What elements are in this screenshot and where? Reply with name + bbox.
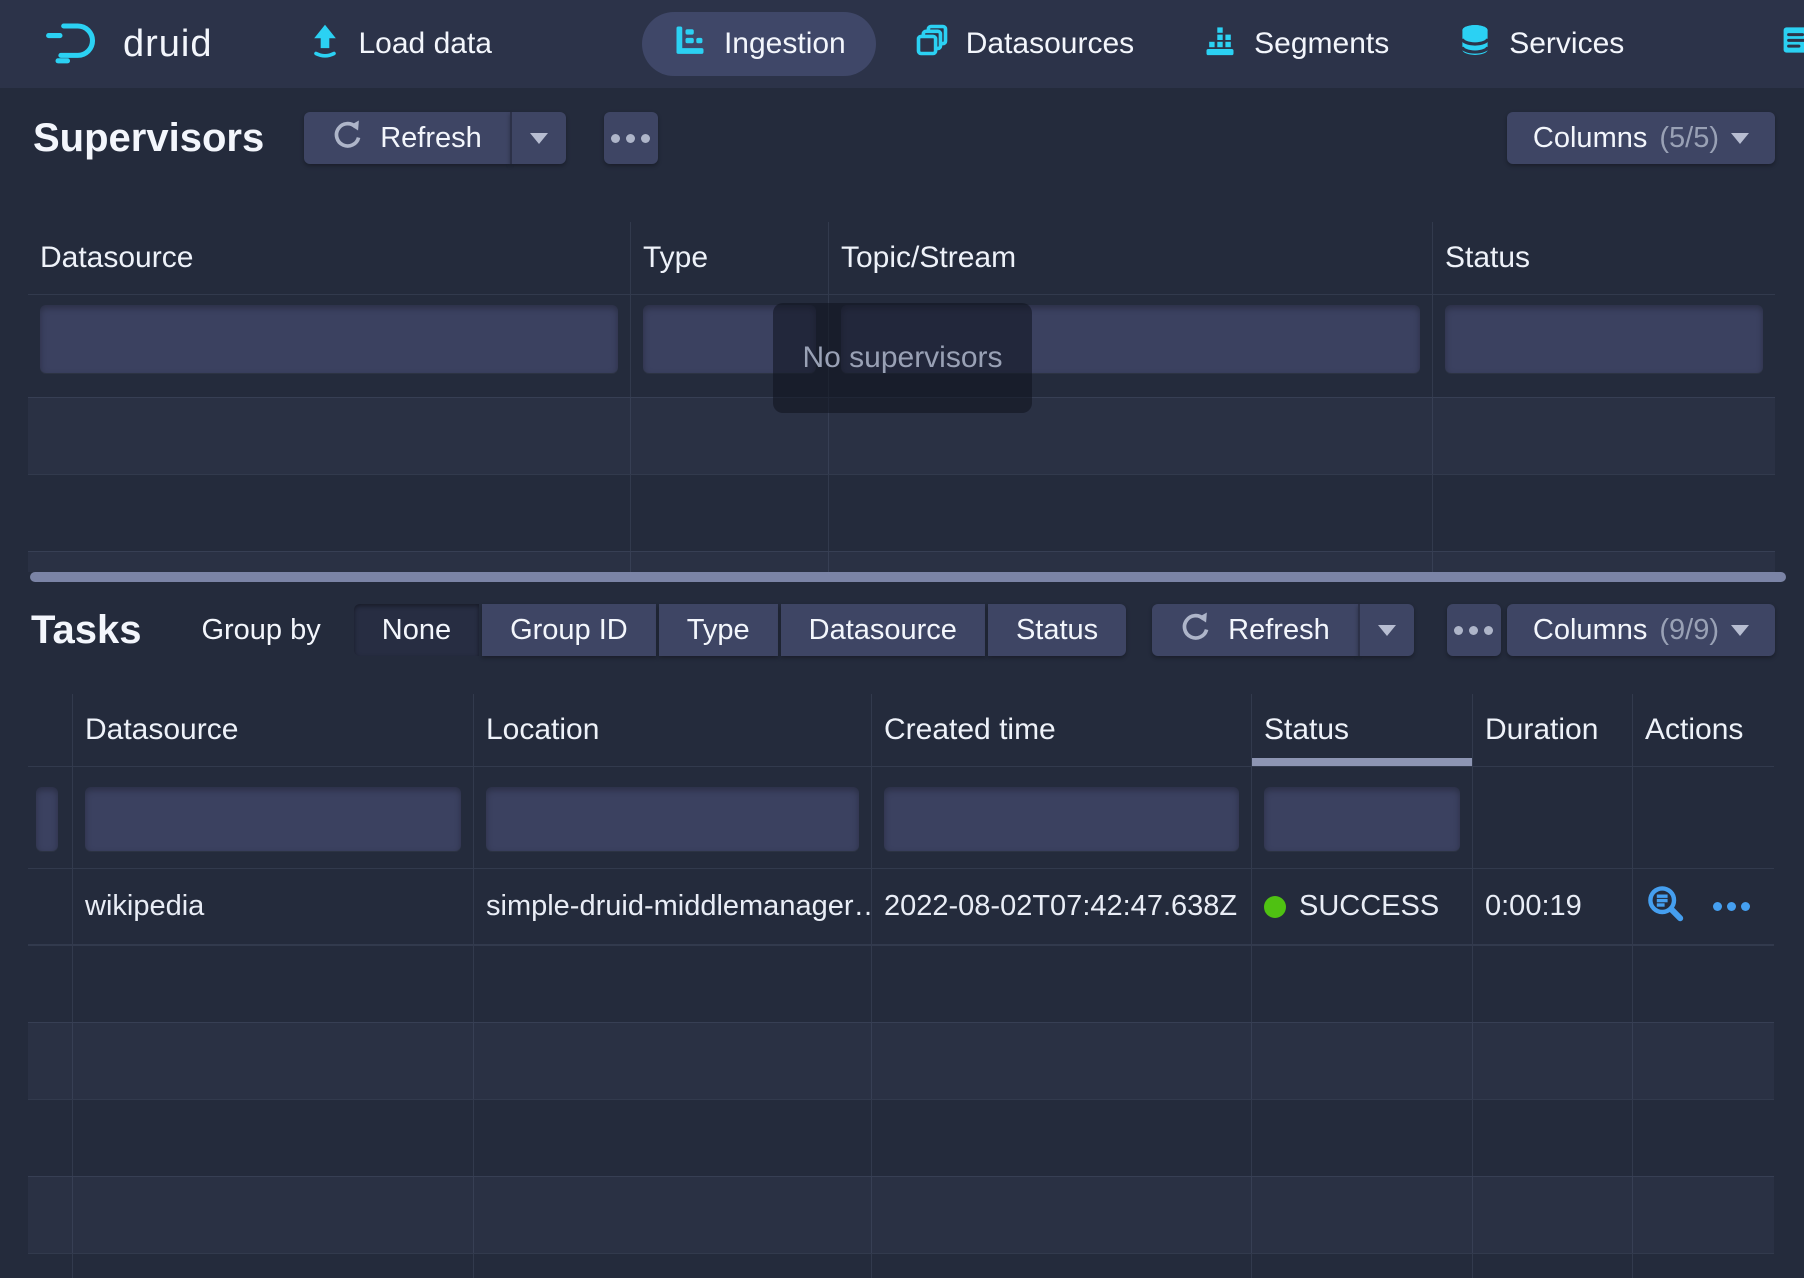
nav-item-load-data[interactable]: Load data — [301, 12, 498, 76]
tasks-columns-button[interactable]: Columns (9/9) — [1507, 604, 1775, 656]
group-by-segmented-control: None Group ID Type Datasource Status — [354, 604, 1126, 656]
chevron-down-icon — [1731, 133, 1749, 144]
nav-item-label: Ingestion — [724, 27, 846, 61]
upload-icon — [307, 22, 343, 66]
database-icon — [1457, 22, 1493, 66]
group-by-datasource-button[interactable]: Datasource — [781, 604, 985, 656]
task-datasource: wikipedia — [72, 869, 473, 944]
column-header-created-time[interactable]: Created time — [871, 694, 1251, 766]
group-by-type-button[interactable]: Type — [659, 604, 778, 656]
datasource-filter-input[interactable] — [85, 787, 461, 851]
supervisors-refresh-split-button: Refresh — [304, 112, 566, 164]
columns-label: Columns — [1533, 122, 1647, 155]
column-header-status-sorted[interactable]: Status — [1251, 694, 1472, 766]
refresh-label: Refresh — [380, 122, 482, 155]
gantt-chart-icon — [672, 22, 708, 66]
empty-table-row — [28, 1022, 1774, 1099]
columns-count: (9/9) — [1659, 614, 1719, 647]
column-header-hidden — [28, 694, 72, 766]
task-status: SUCCESS — [1251, 869, 1472, 944]
task-duration: 0:00:19 — [1472, 869, 1632, 944]
task-actions — [1632, 869, 1774, 944]
supervisors-table-header-row: Datasource Type Topic/Stream Status — [28, 222, 1775, 294]
supervisors-toolbar: Supervisors Refresh Columns (5/5) — [33, 110, 1775, 166]
supervisors-refresh-button[interactable]: Refresh — [304, 112, 510, 164]
nav-item-segments[interactable]: Segments — [1196, 12, 1395, 76]
tasks-filter-row — [28, 766, 1774, 868]
top-nav: druid Load data Ingestion Datasources — [0, 0, 1804, 88]
column-header-type[interactable]: Type — [630, 222, 828, 294]
success-status-dot — [1264, 896, 1286, 918]
nav-item-datasources[interactable]: Datasources — [908, 12, 1140, 76]
refresh-icon — [332, 118, 364, 158]
nav-item-services[interactable]: Services — [1451, 12, 1630, 76]
empty-table-row — [28, 551, 1775, 572]
task-created-time: 2022-08-02T07:42:47.638Z — [871, 869, 1251, 944]
druid-logo-icon — [43, 19, 107, 70]
empty-table-row — [28, 474, 1775, 551]
tasks-more-button[interactable] — [1447, 604, 1501, 656]
column-header-datasource[interactable]: Datasource — [72, 694, 473, 766]
group-by-group-id-button[interactable]: Group ID — [482, 604, 656, 656]
empty-table-row — [28, 1253, 1774, 1278]
nav-item-label: Load data — [359, 27, 492, 61]
supervisors-more-button[interactable] — [604, 112, 658, 164]
status-filter-input[interactable] — [1264, 787, 1460, 851]
chevron-down-icon — [1378, 625, 1396, 636]
nav-item-label: Segments — [1254, 27, 1389, 61]
chevron-down-icon — [1731, 625, 1749, 636]
nav-item-ingestion-active[interactable]: Ingestion — [642, 12, 876, 76]
more-icon — [1454, 626, 1463, 635]
status-label: SUCCESS — [1299, 890, 1439, 923]
empty-table-row — [28, 945, 1774, 1022]
nav-item-label: Datasources — [966, 27, 1134, 61]
hidden-column-filter-input[interactable] — [36, 787, 58, 851]
stacked-bars-icon — [1202, 22, 1238, 66]
tasks-table-header-row: Datasource Location Created time Status … — [28, 694, 1774, 766]
empty-table-row — [28, 1099, 1774, 1176]
druid-logo-text: druid — [123, 23, 213, 66]
task-row-wikipedia[interactable]: wikipedia simple-druid-middlemanager… 20… — [28, 868, 1774, 945]
stacked-squares-icon — [914, 22, 950, 66]
supervisors-table: Datasource Type Topic/Stream Status No s… — [28, 222, 1775, 572]
columns-count: (5/5) — [1659, 122, 1719, 155]
location-filter-input[interactable] — [486, 787, 859, 851]
column-header-location[interactable]: Location — [473, 694, 871, 766]
tasks-refresh-button[interactable]: Refresh — [1152, 604, 1358, 656]
column-header-duration[interactable]: Duration — [1472, 694, 1632, 766]
no-supervisors-message: No supervisors — [773, 303, 1032, 413]
created-time-filter-input[interactable] — [884, 787, 1239, 851]
row-more-actions-icon[interactable] — [1713, 902, 1750, 911]
column-header-topic-stream[interactable]: Topic/Stream — [828, 222, 1432, 294]
druid-logo[interactable]: druid — [43, 19, 213, 70]
nav-item-query[interactable]: Query — [1774, 12, 1804, 76]
supervisors-title: Supervisors — [33, 116, 264, 161]
tasks-refresh-split-button: Refresh — [1152, 604, 1414, 656]
column-header-status[interactable]: Status — [1432, 222, 1775, 294]
column-header-datasource[interactable]: Datasource — [28, 222, 630, 294]
more-icon — [611, 134, 620, 143]
supervisors-columns-button[interactable]: Columns (5/5) — [1507, 112, 1775, 164]
group-by-none-button[interactable]: None — [354, 604, 479, 656]
refresh-icon — [1180, 610, 1212, 650]
empty-table-row — [28, 1176, 1774, 1253]
task-location: simple-druid-middlemanager… — [473, 869, 871, 944]
group-by-status-button[interactable]: Status — [988, 604, 1126, 656]
chevron-down-icon — [530, 133, 548, 144]
tasks-toolbar: Tasks Group by None Group ID Type Dataso… — [31, 598, 1775, 662]
group-by-label: Group by — [201, 614, 320, 647]
column-header-actions[interactable]: Actions — [1632, 694, 1774, 766]
columns-label: Columns — [1533, 614, 1647, 647]
tasks-refresh-caret-button[interactable] — [1358, 604, 1414, 656]
status-filter-input[interactable] — [1445, 305, 1763, 373]
nav-item-label: Services — [1509, 27, 1624, 61]
tasks-title: Tasks — [31, 608, 141, 653]
horizontal-scrollbar[interactable] — [30, 572, 1786, 582]
supervisors-refresh-caret-button[interactable] — [510, 112, 566, 164]
search-detail-icon[interactable] — [1645, 883, 1685, 931]
refresh-label: Refresh — [1228, 614, 1330, 647]
datasource-filter-input[interactable] — [40, 305, 618, 373]
console-icon — [1780, 22, 1804, 66]
tasks-table: Datasource Location Created time Status … — [28, 694, 1774, 1278]
